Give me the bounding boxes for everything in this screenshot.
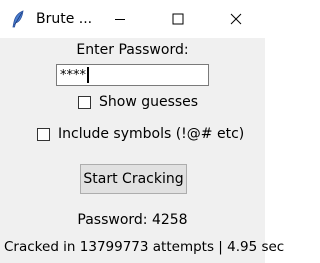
close-icon	[230, 13, 242, 25]
title-bar[interactable]: Brute ...	[0, 0, 265, 38]
minimize-icon	[115, 19, 125, 20]
show-guesses-label: Show guesses	[99, 94, 199, 110]
maximize-icon	[172, 13, 184, 25]
result-password: Password: 4258	[77, 212, 188, 228]
password-prompt-label: Enter Password:	[76, 42, 189, 58]
include-symbols-checkbox[interactable]	[37, 127, 50, 141]
feather-icon	[10, 10, 26, 28]
show-guesses-option[interactable]: Show guesses	[78, 94, 198, 110]
window-title: Brute ...	[36, 11, 93, 27]
password-input[interactable]: ****	[56, 64, 209, 86]
close-button[interactable]	[214, 0, 258, 38]
main-content: Enter Password: **** Show guesses Includ…	[0, 38, 284, 263]
show-guesses-checkbox[interactable]	[78, 95, 91, 109]
start-cracking-button[interactable]: Start Cracking	[80, 164, 187, 194]
result-stats: Cracked in 13799773 attempts | 4.95 sec	[4, 239, 285, 255]
include-symbols-label: Include symbols (!@# etc)	[58, 126, 245, 142]
include-symbols-option[interactable]: Include symbols (!@# etc)	[37, 126, 244, 142]
maximize-button[interactable]	[156, 0, 200, 38]
text-caret	[87, 67, 89, 83]
app-window: Brute ... Enter Password: **** Show gues…	[0, 0, 284, 263]
minimize-button[interactable]	[98, 0, 142, 38]
password-value: ****	[60, 67, 86, 83]
